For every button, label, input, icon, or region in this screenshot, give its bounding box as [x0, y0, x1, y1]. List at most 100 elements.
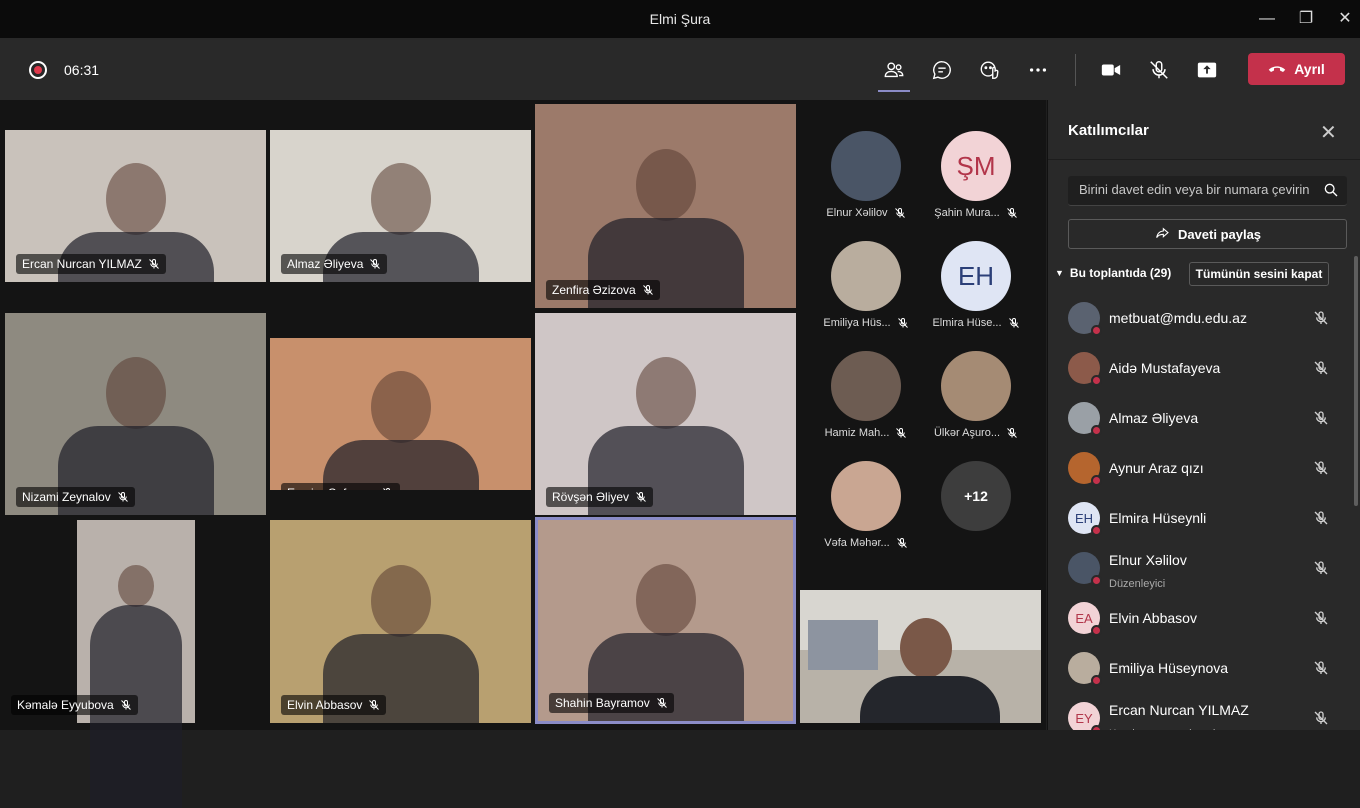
- recording-icon: [29, 61, 47, 79]
- leave-button[interactable]: Ayrıl: [1248, 53, 1345, 85]
- gallery-participant-name: Vəfa Məhər...: [824, 537, 890, 549]
- participant-name: Almaz Əliyeva: [1109, 410, 1199, 426]
- video-tile[interactable]: Almaz Əliyeva: [270, 130, 531, 282]
- gallery-participant[interactable]: Hamiz Mah...: [811, 351, 921, 439]
- participant-row[interactable]: Aynur Araz qızı: [1048, 446, 1348, 496]
- in-meeting-section-toggle[interactable]: ▼ Bu toplantıda (29): [1055, 266, 1171, 280]
- avatar: EA: [1068, 602, 1102, 636]
- video-tile[interactable]: Ercan Nurcan YILMAZ: [5, 130, 266, 282]
- mic-off-icon[interactable]: [1313, 460, 1329, 476]
- mic-off-icon: [1006, 427, 1018, 439]
- video-tile[interactable]: Nizami Zeynalov: [5, 313, 266, 515]
- mic-off-icon: [1006, 207, 1018, 219]
- participant-row[interactable]: metbuat@mdu.edu.az: [1048, 296, 1348, 346]
- gallery-participant[interactable]: ŞM Şahin Mura...: [921, 131, 1031, 219]
- share-screen-button[interactable]: [1191, 54, 1223, 86]
- gallery-participant[interactable]: Ülkər Aşuro...: [921, 351, 1031, 439]
- participant-name: metbuat@mdu.edu.az: [1109, 310, 1247, 326]
- avatar: ŞM: [941, 131, 1011, 201]
- camera-button[interactable]: [1095, 54, 1127, 86]
- panel-divider: [1048, 159, 1360, 160]
- participant-name: Elmira Hüseynli: [1109, 510, 1207, 526]
- gallery-name-row: Şahin Mura...: [921, 207, 1031, 219]
- avatar-initials: +12: [964, 488, 988, 504]
- video-tile[interactable]: Shahin Bayramov: [535, 517, 796, 724]
- gallery-name-row: Emiliya Hüs...: [811, 317, 921, 329]
- share-icon: [1156, 227, 1169, 238]
- invite-search-box[interactable]: [1068, 176, 1347, 206]
- share-invite-button[interactable]: Daveti paylaş: [1068, 219, 1347, 249]
- mic-off-icon: [635, 491, 647, 503]
- presence-status-dot: [1091, 325, 1102, 336]
- reactions-button[interactable]: [974, 54, 1006, 86]
- avatar: [941, 351, 1011, 421]
- gallery-participant[interactable]: Vəfa Məhər...: [811, 461, 921, 549]
- video-tile[interactable]: Elvin Abbasov: [270, 520, 531, 723]
- presence-status-dot: [1091, 675, 1102, 686]
- invite-search-input[interactable]: [1079, 182, 1319, 197]
- participant-row[interactable]: EH Elmira Hüseynli: [1048, 496, 1348, 546]
- title-bar: Elmi Şura — ❐ ✕: [0, 0, 1360, 38]
- close-window-icon[interactable]: ✕: [1334, 8, 1356, 30]
- video-tile[interactable]: Zenfira Əzizova: [535, 104, 796, 308]
- avatar: EY: [1068, 702, 1102, 730]
- video-tile[interactable]: Rövşən Əliyev: [535, 313, 796, 515]
- avatar-initials: ŞM: [956, 150, 996, 181]
- participant-name: Elnur Xəlilov: [1109, 552, 1187, 568]
- gallery-participant-name: Hamiz Mah...: [824, 427, 890, 439]
- gallery-participant[interactable]: Emiliya Hüs...: [811, 241, 921, 329]
- mic-off-icon[interactable]: [1313, 310, 1329, 326]
- mic-off-icon[interactable]: [1313, 610, 1329, 626]
- person-silhouette: [635, 357, 696, 430]
- participant-row[interactable]: Emiliya Hüseynova: [1048, 646, 1348, 696]
- panel-scrollbar[interactable]: [1354, 256, 1358, 506]
- participant-name: Emiliya Hüseynova: [1109, 660, 1229, 676]
- video-tile[interactable]: Esmira Cəfərova: [270, 338, 531, 490]
- video-tile-label: Rövşən Əliyev: [546, 487, 654, 507]
- meeting-toolbar: 06:31 Ayrıl: [0, 38, 1360, 100]
- share-tray-icon: [1197, 62, 1217, 78]
- video-tile-label: Almaz Əliyeva: [281, 254, 388, 274]
- video-tile[interactable]: Kəmalə Eyyubova: [11, 520, 195, 808]
- mic-off-icon[interactable]: [1313, 710, 1329, 726]
- participant-name: Aidə Mustafayeva: [1109, 360, 1221, 376]
- gallery-name-row: Ülkər Aşuro...: [921, 427, 1031, 439]
- minimize-icon[interactable]: —: [1256, 8, 1278, 30]
- maximize-icon[interactable]: ❐: [1295, 8, 1317, 30]
- mic-off-icon[interactable]: [1313, 410, 1329, 426]
- share-invite-label: Daveti paylaş: [1177, 226, 1262, 242]
- mic-off-icon[interactable]: [1313, 510, 1329, 526]
- participant-row[interactable]: EA Elvin Abbasov: [1048, 596, 1348, 646]
- people-icon: [884, 62, 904, 78]
- participant-row[interactable]: Aidə Mustafayeva: [1048, 346, 1348, 396]
- avatar: [831, 351, 901, 421]
- gallery-participant[interactable]: Elnur Xəlilov: [811, 131, 921, 219]
- mute-all-button[interactable]: Tümünün sesini kapat: [1189, 262, 1329, 286]
- participant-row[interactable]: Almaz Əliyeva: [1048, 396, 1348, 446]
- avatar: [1068, 652, 1102, 686]
- presence-status-dot: [1091, 475, 1102, 486]
- mic-off-icon: [656, 697, 668, 709]
- avatar: EH: [1068, 502, 1102, 536]
- window-title: Elmi Şura: [649, 11, 711, 27]
- raise-hand-icon: [980, 61, 999, 79]
- toolbar-divider: [1075, 54, 1076, 86]
- participant-row[interactable]: Elnur Xəlilov Düzenleyici: [1048, 546, 1348, 596]
- chat-button[interactable]: [926, 54, 958, 86]
- gallery-participant[interactable]: EH Elmira Hüse...: [921, 241, 1031, 329]
- leave-label: Ayrıl: [1294, 61, 1325, 77]
- mic-off-icon[interactable]: [1313, 560, 1329, 576]
- self-video-tile[interactable]: [800, 590, 1041, 723]
- mic-off-icon[interactable]: [1313, 360, 1329, 376]
- video-tile-label: Esmira Cəfərova: [281, 483, 401, 490]
- panel-title: Katılımcılar: [1068, 122, 1149, 139]
- participant-row[interactable]: EYErcan Nurcan YILMAZKuruluşunuzun dışın…: [1048, 696, 1348, 730]
- person-silhouette: [105, 163, 166, 236]
- mic-button[interactable]: [1143, 54, 1175, 86]
- search-icon[interactable]: [1323, 182, 1339, 198]
- more-options-button[interactable]: [1022, 54, 1054, 86]
- close-panel-icon[interactable]: ✕: [1320, 120, 1337, 145]
- more-participants-button[interactable]: +12: [921, 461, 1031, 531]
- mic-off-icon[interactable]: [1313, 660, 1329, 676]
- participants-button[interactable]: [878, 54, 910, 92]
